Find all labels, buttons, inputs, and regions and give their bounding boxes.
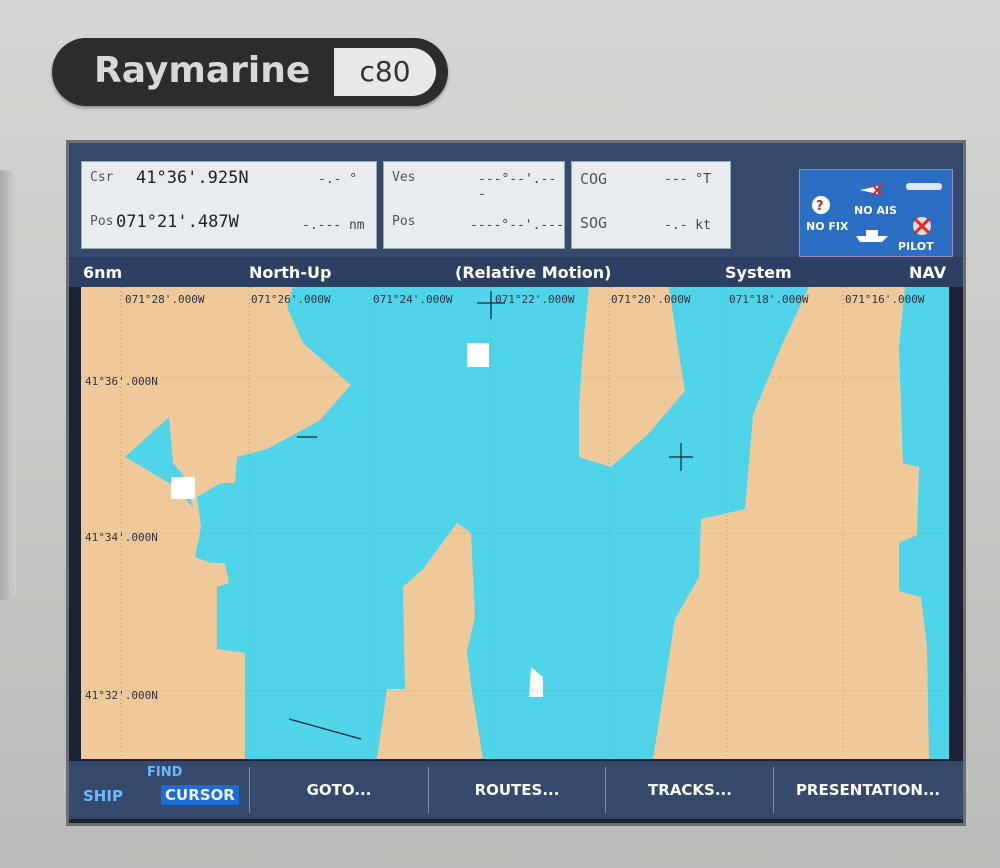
lon-label: 071°16'.000W [845, 293, 925, 306]
lon-label: 071°18'.000W [729, 293, 809, 306]
cursor-label: Csr [90, 170, 114, 185]
lon-label: 071°26'.000W [251, 293, 331, 306]
lat-label: 41°32'.000N [85, 689, 158, 702]
data-bar: Csr 41°36'.925N -.- ° Pos 071°21'.487W -… [69, 143, 963, 257]
orientation-mode[interactable]: North-Up [249, 263, 331, 282]
cog-value: --- °T [664, 172, 711, 187]
lat-label: 41°34'.000N [85, 531, 158, 544]
softkey-bar: FIND SHIP CURSOR GOTO... ROUTES... TRACK… [69, 761, 963, 819]
sog-value: -.- kt [664, 218, 711, 233]
cursor-bearing: -.- ° [318, 172, 358, 187]
vessel-value: ---°--'.--- [478, 172, 557, 202]
boat-icon [856, 230, 888, 242]
vessel-label: Ves [392, 170, 416, 185]
ais-icon [860, 183, 883, 197]
autopilot-icon [913, 217, 931, 235]
find-ship-cursor-key[interactable]: FIND SHIP CURSOR [69, 761, 249, 819]
brand-name: Raymarine [94, 50, 311, 91]
position-label: Pos [90, 214, 114, 229]
cursor-position-box: Csr 41°36'.925N -.- ° Pos 071°21'.487W -… [81, 161, 377, 249]
cursor-latitude: 41°36'.925N [136, 168, 249, 188]
sog-label: SOG [580, 214, 608, 232]
routes-softkey[interactable]: ROUTES... [429, 767, 606, 813]
lon-label: 071°28'.000W [125, 293, 205, 306]
chart-header: 6nm North-Up (Relative Motion) System NA… [69, 257, 963, 287]
brand-plate: Raymarine c80 [52, 38, 448, 106]
model-name: c80 [334, 48, 436, 96]
rock-marker-west [171, 477, 195, 499]
cog-sog-box: COG --- °T SOG -.- kt [571, 161, 731, 249]
rock-marker-north [467, 343, 489, 367]
radar-icon [906, 183, 942, 190]
lat-label: 41°36'.000N [85, 375, 158, 388]
page-indicator: NAV [909, 263, 947, 282]
status-icons: ? NO FIX NO AIS PILOT [799, 169, 953, 257]
range-scale[interactable]: 6nm [83, 263, 122, 282]
side-controls[interactable] [0, 170, 16, 600]
cursor-option[interactable]: CURSOR [161, 785, 239, 805]
tracks-softkey[interactable]: TRACKS... [607, 767, 774, 813]
svg-text:?: ? [816, 199, 824, 214]
cursor-range: -.--- nm [302, 218, 365, 233]
lon-label: 071°20'.000W [611, 293, 691, 306]
find-label: FIND [147, 765, 183, 780]
motion-mode[interactable]: (Relative Motion) [455, 263, 612, 282]
lon-label: 071°22'.000W [495, 293, 575, 306]
cursor-longitude: 071°21'.487W [116, 212, 239, 232]
pilot-status: PILOT [898, 240, 934, 253]
presentation-softkey[interactable]: PRESENTATION... [775, 767, 961, 813]
goto-softkey[interactable]: GOTO... [249, 767, 429, 813]
ship-option[interactable]: SHIP [83, 787, 123, 805]
no-ais-status: NO AIS [854, 204, 897, 217]
no-fix-status: NO FIX [806, 220, 849, 233]
vessel-box: Ves ---°--'.--- Pos ----°--'.--- [383, 161, 565, 249]
gps-fix-icon: ? [812, 196, 830, 214]
chart-map[interactable]: 071°28'.000W 071°26'.000W 071°24'.000W 0… [81, 287, 949, 759]
vessel-pos-value: ----°--'.--- [470, 218, 564, 233]
cog-label: COG [580, 170, 608, 188]
system-mode[interactable]: System [725, 263, 792, 282]
vessel-pos-label: Pos [392, 214, 416, 229]
lon-label: 071°24'.000W [373, 293, 453, 306]
chartplotter-screen: Csr 41°36'.925N -.- ° Pos 071°21'.487W -… [66, 140, 966, 826]
